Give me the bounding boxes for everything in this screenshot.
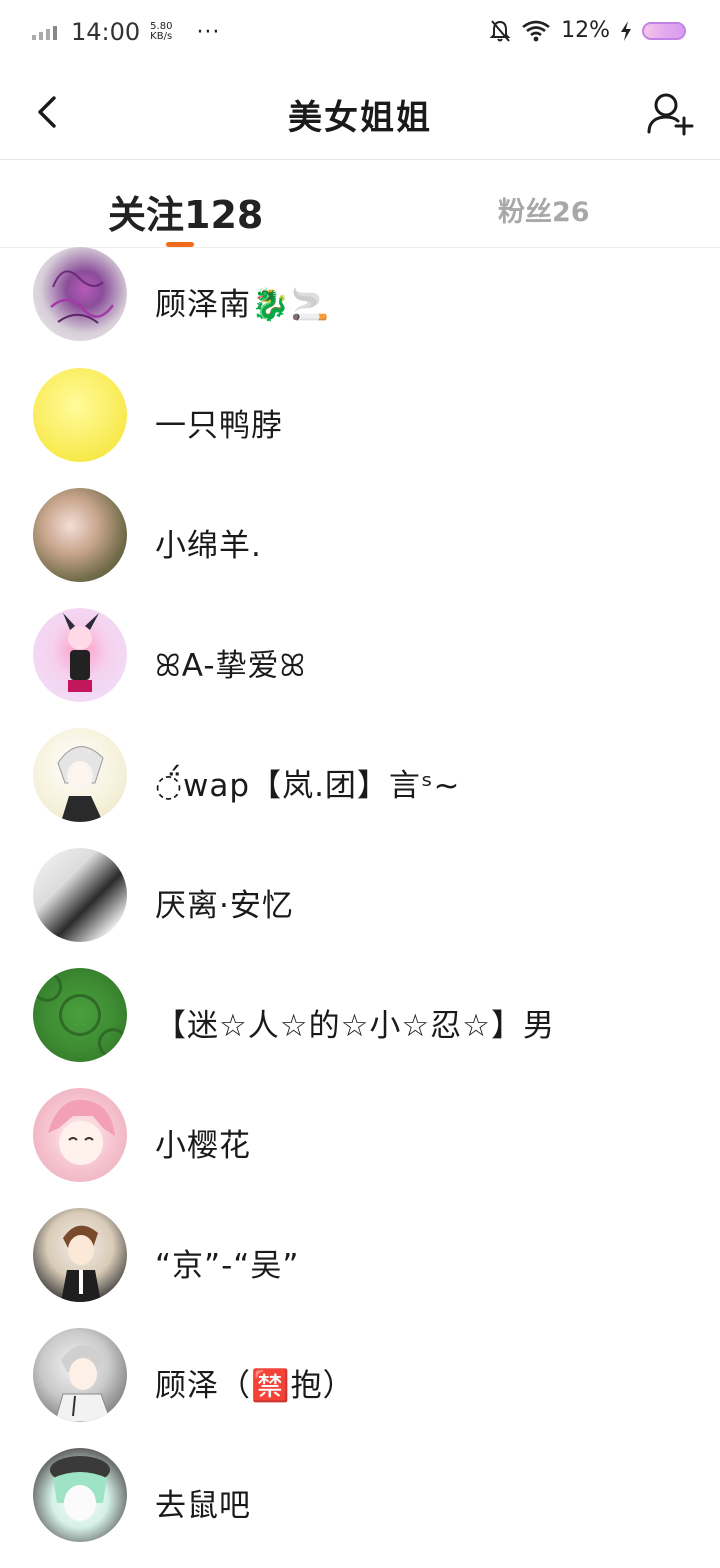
avatar[interactable] [33,968,127,1062]
avatar[interactable] [33,608,127,702]
avatar[interactable] [33,1328,127,1422]
list-item[interactable]: “京”-“吴” [0,1208,720,1328]
status-left: 14:00 5.80 KB/s ··· [32,18,220,46]
following-list: 顾泽南🐉🚬 一只鸭脖 小绵羊. ꕤA-挚爱ꕤ ◌̈́wap【岚.团】言ˢ~ 厌离… [0,247,720,1568]
anime-character-icon [61,1225,101,1302]
turtle-shell-icon [33,968,127,1062]
list-item[interactable]: 小绵羊. [0,488,720,608]
status-bar: 14:00 5.80 KB/s ··· 12% [0,0,720,66]
list-item[interactable]: 厌离·安忆 [0,848,720,968]
net-speed: 5.80 KB/s [150,22,172,42]
avatar[interactable] [33,1088,127,1182]
avatar[interactable] [33,1208,127,1302]
anime-character-icon [50,1456,110,1521]
user-name: 【迷☆人☆的☆小☆忍☆】男 [155,1008,555,1044]
avatar[interactable] [33,368,127,462]
list-item[interactable]: ◌̈́wap【岚.团】言ˢ~ [0,728,720,848]
user-name: 厌离·安忆 [155,888,294,924]
top-nav-bar: 美女姐姐 [0,66,720,160]
status-right: 12% [489,18,686,43]
avatar[interactable] [33,488,127,582]
user-name: ꕤA-挚爱ꕤ [155,648,307,684]
battery-icon [642,21,686,40]
user-name: 小绵羊. [155,528,262,564]
avatar[interactable] [33,1448,127,1542]
list-item[interactable]: 顾泽南🐉🚬 [0,247,720,367]
add-user-button[interactable] [646,90,694,138]
user-name: 去鼠吧 [155,1488,251,1524]
tab-following[interactable]: 关注128 [108,184,263,239]
list-item[interactable]: 顾泽（🈲抱） [0,1328,720,1448]
user-name: “京”-“吴” [155,1248,300,1284]
battery-percent: 12% [561,18,610,43]
list-item[interactable]: 小樱花 [0,1088,720,1208]
user-name: 小樱花 [155,1128,251,1164]
user-name: 顾泽（🈲抱） [155,1368,355,1404]
tab-followers[interactable]: 粉丝26 [498,190,590,229]
anime-character-icon [57,746,104,822]
avatar[interactable] [33,848,127,942]
net-speed-unit: KB/s [150,31,173,42]
user-name: 顾泽南🐉🚬 [155,287,331,323]
list-item[interactable]: 一只鸭脖 [0,368,720,488]
follow-tabs: 关注128 粉丝26 [0,160,720,248]
user-name: 一只鸭脖 [155,408,283,444]
charging-icon [621,20,631,41]
user-name: ◌̈́wap【岚.团】言ˢ~ [155,768,461,804]
wifi-icon [522,20,550,41]
signature-art-icon [50,270,115,324]
list-item[interactable]: 去鼠吧 [0,1448,720,1568]
page-title: 美女姐姐 [288,98,432,138]
list-item[interactable]: 【迷☆人☆的☆小☆忍☆】男 [0,968,720,1088]
anime-character-icon [54,1345,112,1422]
mute-bell-icon [489,19,511,42]
more-notifications-icon: ··· [196,19,221,45]
avatar[interactable] [33,247,127,341]
anime-character-icon [63,613,99,692]
list-item[interactable]: ꕤA-挚爱ꕤ [0,608,720,728]
anime-character-icon [48,1099,115,1165]
status-time: 14:00 [71,18,141,46]
signal-icon [32,24,57,40]
avatar[interactable] [33,728,127,822]
